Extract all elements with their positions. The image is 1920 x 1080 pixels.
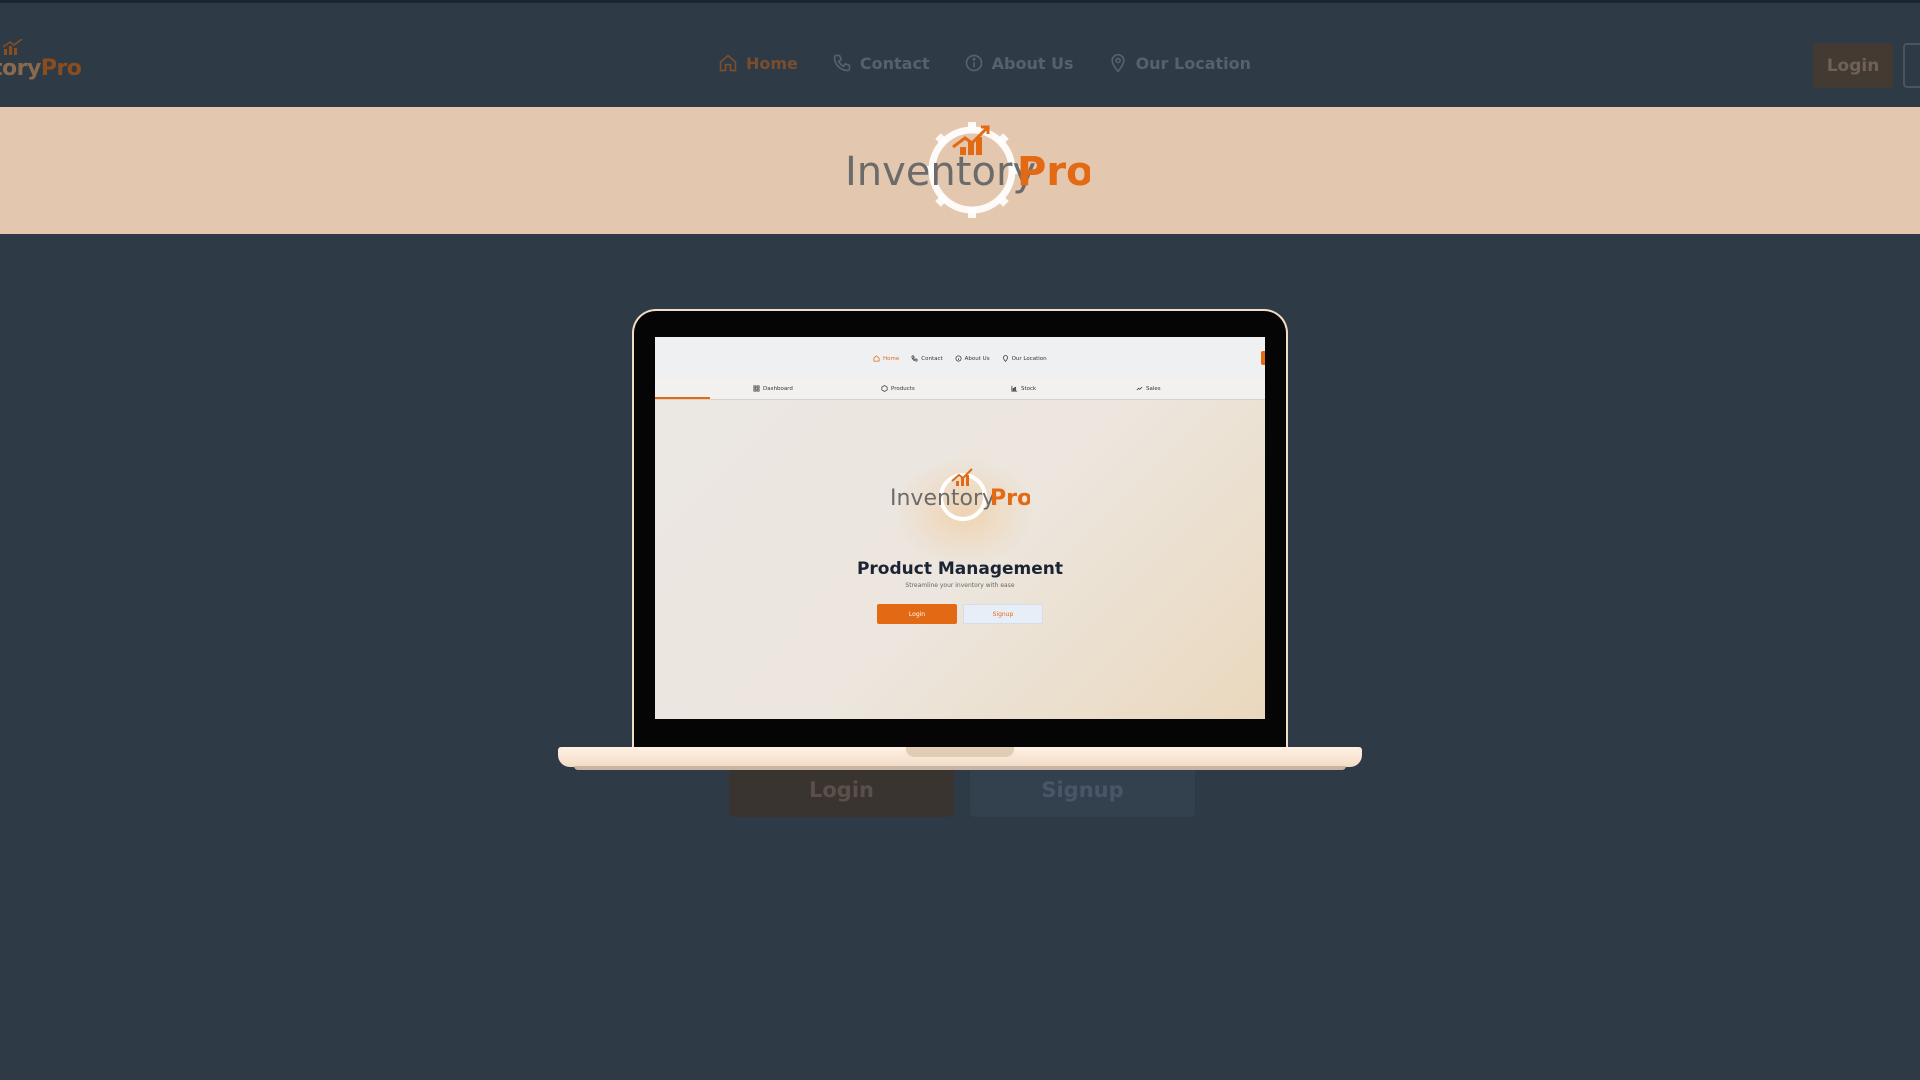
- map-pin-icon: [1002, 355, 1008, 362]
- tab-products-label: Products: [891, 385, 915, 392]
- tab-dashboard-label: Dashboard: [763, 385, 793, 392]
- screen-login-edge-button[interactable]: [1261, 351, 1265, 365]
- hero-signup-button[interactable]: Signup: [970, 763, 1195, 817]
- screen-logo-text-2: Pro: [990, 486, 1030, 511]
- nav-location[interactable]: Our Location: [1108, 53, 1251, 73]
- laptop-base-shadow: [574, 766, 1346, 770]
- logo-banner: Inventory Pro: [0, 107, 1920, 234]
- nav-about[interactable]: About Us: [964, 53, 1074, 73]
- brand-logo[interactable]: toryPro: [0, 39, 82, 81]
- screen-nav-contact-label: Contact: [921, 355, 943, 362]
- screen-page-title: Product Management: [856, 559, 1064, 579]
- screen-nav-about[interactable]: About Us: [955, 355, 990, 362]
- login-button[interactable]: Login: [1813, 43, 1893, 88]
- laptop-screen: Home Contact About Us Our Location Dashb…: [655, 337, 1265, 719]
- nav-contact-label: Contact: [859, 53, 930, 73]
- home-icon: [873, 355, 880, 362]
- info-icon: [955, 355, 962, 362]
- signup-button[interactable]: [1903, 43, 1920, 88]
- map-pin-icon: [1110, 53, 1125, 73]
- home-icon: [719, 54, 737, 72]
- tab-sales[interactable]: Sales: [1136, 385, 1161, 392]
- screen-nav-contact[interactable]: Contact: [911, 355, 943, 362]
- tab-sales-label: Sales: [1146, 385, 1161, 392]
- phone-icon: [911, 355, 918, 362]
- screen-nav-home-label: Home: [883, 355, 900, 362]
- tab-products[interactable]: Products: [881, 385, 915, 392]
- nav-home-label: Home: [746, 53, 798, 73]
- screen-nav-about-label: About Us: [964, 355, 990, 362]
- screen-logo-text-1: Inventory: [890, 486, 995, 511]
- screen-tabs: Dashboard Products Stock Sales: [655, 379, 1265, 400]
- inventorypro-logo: Inventory Pro: [845, 122, 1090, 218]
- tab-stock[interactable]: Stock: [1011, 385, 1036, 392]
- laptop-notch: [906, 747, 1014, 757]
- screen-nav-location-label: Our Location: [1011, 355, 1047, 362]
- info-icon: [965, 54, 982, 72]
- band-logo-text-1: Inventory: [845, 149, 1036, 195]
- screen-signup-button[interactable]: Signup: [963, 604, 1043, 624]
- screen-nav-home[interactable]: Home: [873, 355, 899, 362]
- screen-navbar: Home Contact About Us Our Location: [655, 337, 1265, 380]
- tab-stock-label: Stock: [1021, 385, 1037, 392]
- nav-about-label: About Us: [991, 53, 1074, 73]
- brand-name: toryPro: [0, 56, 82, 81]
- screen-inventorypro-logo: Inventory Pro: [890, 468, 1030, 521]
- nav-home[interactable]: Home: [718, 53, 798, 73]
- screen-nav-location[interactable]: Our Location: [1002, 355, 1047, 362]
- tab-dashboard[interactable]: Dashboard: [753, 385, 793, 392]
- chart-icon: [1011, 385, 1018, 392]
- screen-login-button[interactable]: Login: [877, 604, 957, 624]
- hero-login-button[interactable]: Login: [729, 763, 954, 817]
- main-nav: Home Contact About Us Our Location: [718, 53, 1251, 73]
- chart-gear-icon: [2, 39, 23, 55]
- top-navbar: toryPro Home Contact About Us Our Locati…: [0, 3, 1920, 107]
- active-tab-indicator: [655, 397, 710, 399]
- box-icon: [881, 385, 888, 392]
- band-logo-text-2: Pro: [1017, 149, 1090, 195]
- nav-contact[interactable]: Contact: [832, 53, 930, 73]
- screen-page-subtitle: Streamline your inventory with ease: [905, 582, 1015, 589]
- dashboard-icon: [753, 385, 760, 392]
- nav-location-label: Our Location: [1135, 53, 1251, 73]
- trend-icon: [1136, 386, 1143, 391]
- phone-icon: [833, 54, 851, 72]
